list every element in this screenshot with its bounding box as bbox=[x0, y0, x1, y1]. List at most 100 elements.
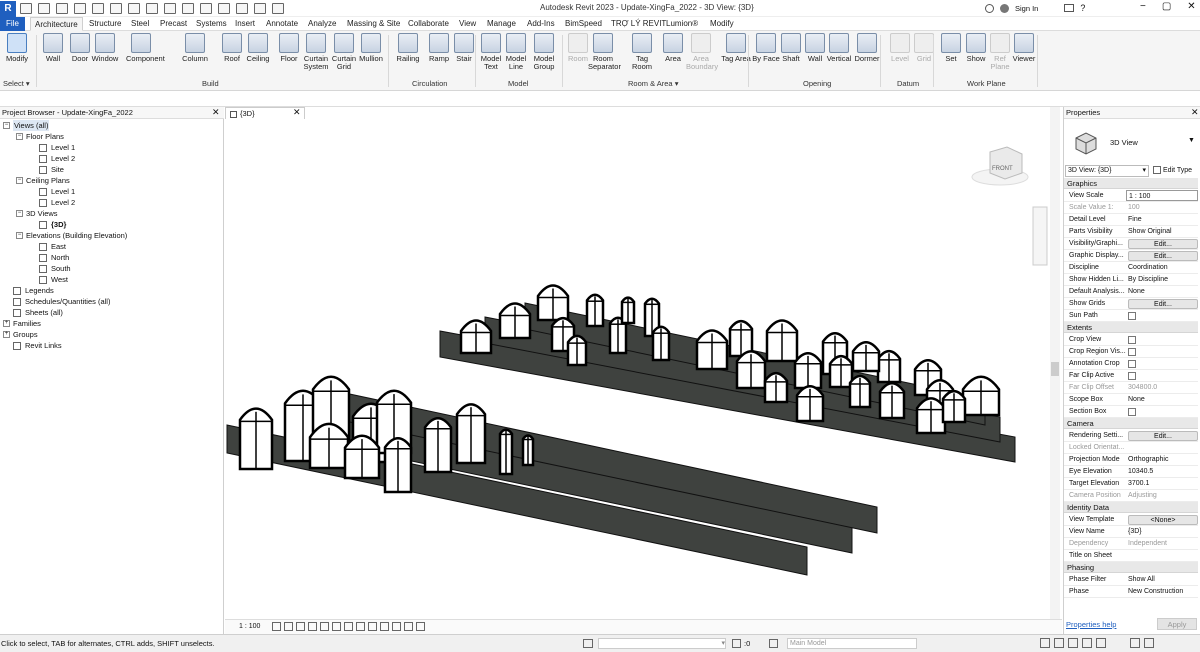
tree-item-groups[interactable]: + Groups bbox=[3, 329, 38, 340]
property-row-detail-level[interactable]: Detail Level Fine bbox=[1064, 214, 1198, 226]
property-checkbox[interactable] bbox=[1128, 348, 1136, 356]
property-row-locked-orientat[interactable]: Locked Orientat... bbox=[1064, 442, 1198, 454]
property-edit-button[interactable]: <None> bbox=[1128, 515, 1198, 525]
expand-icon[interactable]: + bbox=[3, 331, 10, 338]
tree-item-level-1[interactable]: Level 1 bbox=[39, 142, 75, 153]
sign-in-link[interactable]: Sign In bbox=[1015, 4, 1038, 13]
thin-lines-icon[interactable] bbox=[236, 3, 248, 14]
tab-view[interactable]: View bbox=[459, 17, 476, 31]
window-instance[interactable] bbox=[876, 349, 902, 384]
tool-vertical-button[interactable]: Vertical bbox=[824, 33, 854, 63]
print-icon[interactable] bbox=[110, 3, 122, 14]
tree-item-elevations-building-elevation[interactable]: − Elevations (Building Elevation) bbox=[16, 230, 127, 241]
property-checkbox[interactable] bbox=[1128, 372, 1136, 380]
window-instance[interactable] bbox=[961, 375, 1001, 417]
tab-tr-l-revit[interactable]: TRỢ LÝ REVIT bbox=[611, 17, 666, 31]
window-instance[interactable] bbox=[765, 319, 799, 363]
edit-type-button[interactable]: Edit Type bbox=[1153, 165, 1192, 177]
property-row-show-grids[interactable]: Show Grids Edit... bbox=[1064, 298, 1198, 310]
property-value[interactable] bbox=[1126, 370, 1198, 381]
property-row-phase[interactable]: Phase New Construction bbox=[1064, 586, 1198, 598]
tool-railing-button[interactable]: Railing bbox=[393, 33, 423, 63]
property-row-scale-value-1[interactable]: Scale Value 1: 100 bbox=[1064, 202, 1198, 214]
property-row-target-elevation[interactable]: Target Elevation 3700.1 bbox=[1064, 478, 1198, 490]
window-instance[interactable] bbox=[620, 296, 636, 325]
tool-viewer-button[interactable]: Viewer bbox=[1009, 33, 1039, 63]
property-value[interactable]: 1 : 100 bbox=[1126, 190, 1198, 201]
tab-lumion[interactable]: Lumion® bbox=[666, 17, 698, 31]
property-value[interactable]: None bbox=[1126, 394, 1198, 405]
tree-item-floor-plans[interactable]: − Floor Plans bbox=[16, 131, 64, 142]
tab-systems[interactable]: Systems bbox=[196, 17, 227, 31]
property-row-far-clip-offset[interactable]: Far Clip Offset 304800.0 bbox=[1064, 382, 1198, 394]
property-group-phasing[interactable]: Phasing bbox=[1064, 562, 1198, 573]
tree-item-3d[interactable]: {3D} bbox=[39, 219, 66, 230]
tag-icon[interactable] bbox=[164, 3, 176, 14]
property-value[interactable] bbox=[1126, 406, 1198, 417]
property-value[interactable]: Edit... bbox=[1126, 430, 1198, 441]
3d-view-icon[interactable] bbox=[200, 3, 212, 14]
property-value[interactable]: 10340.5 bbox=[1126, 466, 1198, 477]
tool-model-line-button[interactable]: Model Line bbox=[501, 33, 531, 71]
maximize-icon[interactable]: ▢ bbox=[1162, 1, 1171, 12]
lock-3d-icon[interactable] bbox=[356, 622, 365, 631]
property-row-far-clip-active[interactable]: Far Clip Active bbox=[1064, 370, 1198, 382]
open-icon[interactable] bbox=[20, 3, 32, 14]
highlight-displacement-icon[interactable] bbox=[416, 622, 425, 631]
property-row-graphic-display[interactable]: Graphic Display... Edit... bbox=[1064, 250, 1198, 262]
property-group-graphics[interactable]: Graphics bbox=[1064, 178, 1198, 189]
view-canvas[interactable]: {3D} ✕ FRONT 1 : 100 bbox=[225, 107, 1062, 634]
tree-item-legends[interactable]: Legends bbox=[13, 285, 54, 296]
property-row-view-name[interactable]: View Name {3D} bbox=[1064, 526, 1198, 538]
close-icon[interactable]: ✕ bbox=[1187, 1, 1195, 12]
window-instance[interactable] bbox=[521, 434, 535, 467]
detail-level-icon[interactable] bbox=[272, 622, 281, 631]
tool-window-button[interactable]: Window bbox=[90, 33, 120, 63]
window-instance[interactable] bbox=[695, 329, 729, 371]
tree-item-schedules-quantities-all[interactable]: Schedules/Quantities (all) bbox=[13, 296, 110, 307]
property-value[interactable] bbox=[1126, 358, 1198, 369]
property-value[interactable]: Fine bbox=[1126, 214, 1198, 225]
text-icon[interactable] bbox=[182, 3, 194, 14]
workset-dropdown[interactable]: ▾ bbox=[598, 638, 726, 649]
property-row-camera-position[interactable]: Camera Position Adjusting bbox=[1064, 490, 1198, 502]
window-instance[interactable] bbox=[308, 422, 350, 470]
window-instance[interactable] bbox=[878, 381, 906, 420]
model-3d-scene[interactable]: FRONT bbox=[225, 107, 1062, 619]
tree-item-north[interactable]: North bbox=[39, 252, 69, 263]
window-instance[interactable] bbox=[795, 385, 825, 423]
property-value[interactable]: {3D} bbox=[1126, 526, 1198, 537]
property-value[interactable]: Show Original bbox=[1126, 226, 1198, 237]
close-hidden-icon[interactable] bbox=[254, 3, 266, 14]
tree-item-west[interactable]: West bbox=[39, 274, 68, 285]
window-instance[interactable] bbox=[536, 284, 570, 322]
tool-wall-button[interactable]: Wall bbox=[38, 33, 68, 63]
property-checkbox[interactable] bbox=[1128, 408, 1136, 416]
collapse-icon[interactable]: − bbox=[16, 232, 23, 239]
tab-analyze[interactable]: Analyze bbox=[308, 17, 336, 31]
property-checkbox[interactable] bbox=[1128, 336, 1136, 344]
switch-windows-icon[interactable] bbox=[272, 3, 284, 14]
tab-file[interactable]: File bbox=[0, 17, 25, 31]
tab-collaborate[interactable]: Collaborate bbox=[408, 17, 449, 31]
property-edit-button[interactable]: Edit... bbox=[1128, 299, 1198, 309]
property-group-identity-data[interactable]: Identity Data bbox=[1064, 502, 1198, 513]
help-icon[interactable]: ? bbox=[1080, 3, 1085, 13]
property-value[interactable]: New Construction bbox=[1126, 586, 1198, 597]
window-instance[interactable] bbox=[423, 417, 453, 474]
project-browser-close-icon[interactable]: ✕ bbox=[212, 107, 220, 118]
tool-grid-button[interactable]: Grid bbox=[909, 33, 939, 63]
property-value[interactable]: <None> bbox=[1126, 514, 1198, 525]
property-value[interactable]: Orthographic bbox=[1126, 454, 1198, 465]
tool-model-group-button[interactable]: Model Group bbox=[529, 33, 559, 71]
window-instance[interactable] bbox=[763, 371, 789, 404]
property-value[interactable] bbox=[1126, 334, 1198, 345]
window-instance[interactable] bbox=[851, 341, 881, 373]
window-instance[interactable] bbox=[343, 434, 381, 480]
background-process-icon[interactable] bbox=[1144, 638, 1154, 648]
tool-tag-room-button[interactable]: Tag Room bbox=[627, 33, 657, 71]
worksets-icon[interactable] bbox=[583, 639, 593, 648]
property-value[interactable]: By Discipline bbox=[1126, 274, 1198, 285]
show-crop-icon[interactable] bbox=[344, 622, 353, 631]
tab-insert[interactable]: Insert bbox=[235, 17, 255, 31]
